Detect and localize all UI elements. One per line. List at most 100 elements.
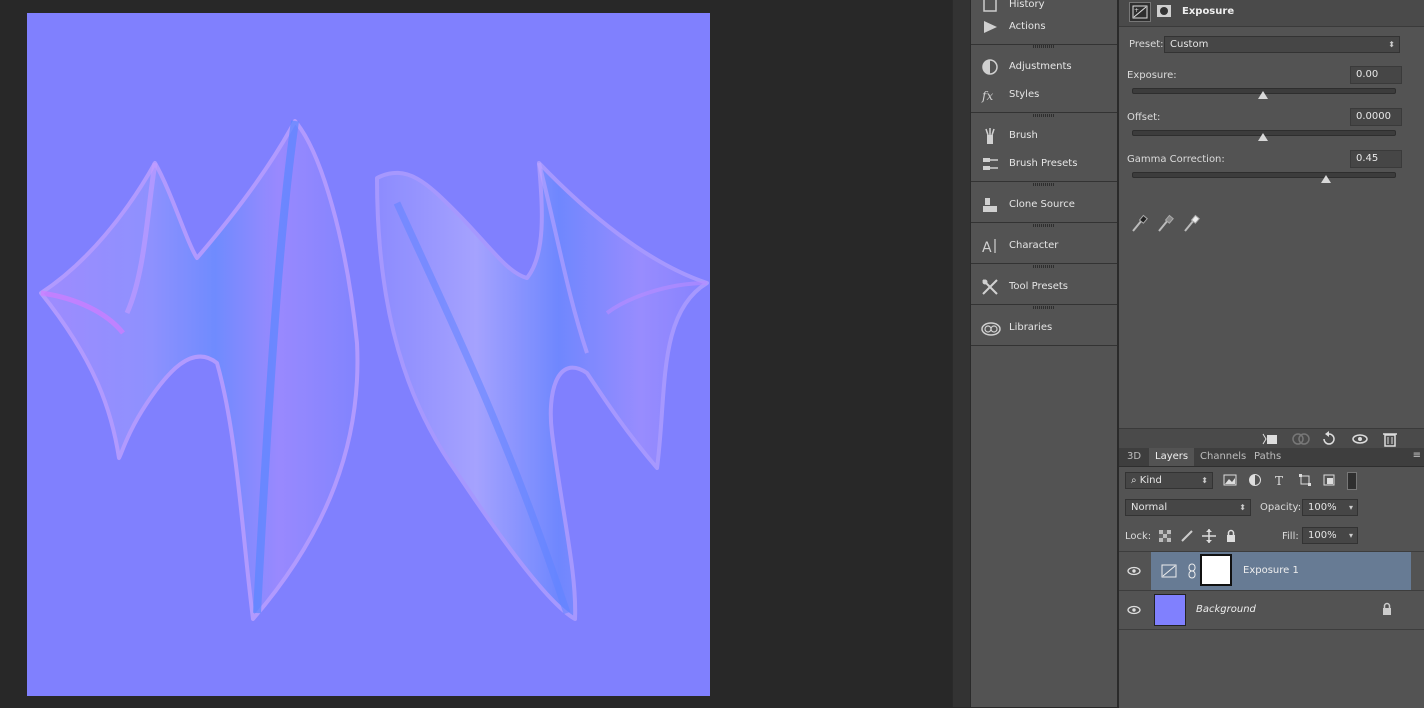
tab-layers[interactable]: Layers	[1149, 448, 1195, 466]
layer-thumbnail[interactable]	[1154, 594, 1186, 626]
canvas-area[interactable]	[0, 0, 952, 707]
document-canvas[interactable]	[27, 13, 710, 696]
lock-all-icon[interactable]	[1224, 529, 1238, 543]
dock-item-character[interactable]: A Character	[971, 233, 1117, 259]
lock-transparent-pixels-icon[interactable]	[1158, 529, 1172, 543]
group-grip[interactable]	[1033, 45, 1055, 48]
dock-item-libraries[interactable]: Libraries	[971, 315, 1117, 341]
properties-footer	[1119, 428, 1424, 449]
lock-label: Lock:	[1125, 531, 1152, 542]
dock-item-libraries-label: Libraries	[1009, 322, 1053, 333]
layer-list: Exposure 1 Background	[1119, 551, 1424, 708]
fill-field[interactable]: 100% ▾	[1302, 527, 1358, 544]
dock-item-styles-label: Styles	[1009, 89, 1040, 100]
view-previous-state-icon[interactable]	[1291, 431, 1310, 447]
fill-value: 100%	[1308, 530, 1337, 541]
group-grip[interactable]	[1033, 224, 1055, 227]
visibility-eye-icon[interactable]	[1351, 431, 1369, 447]
clip-to-layer-icon[interactable]	[1261, 431, 1279, 447]
exposure-value-field[interactable]: 0.00	[1350, 66, 1402, 84]
opacity-field[interactable]: 100% ▾	[1302, 499, 1358, 516]
svg-text:+: +	[1134, 7, 1139, 14]
dock-item-styles[interactable]: fx Styles	[971, 82, 1117, 108]
preset-label: Preset:	[1129, 39, 1164, 50]
dock-item-brush-presets[interactable]: Brush Presets	[971, 151, 1117, 177]
dock-item-history-label: History	[1009, 0, 1045, 10]
gray-point-eyedropper-icon[interactable]	[1156, 214, 1174, 237]
layer-mask-link-icon[interactable]	[1187, 563, 1197, 582]
svg-text:A: A	[982, 240, 992, 255]
reset-icon[interactable]	[1320, 431, 1338, 447]
exposure-slider-thumb[interactable]	[1258, 91, 1268, 99]
adjustment-layer-icon[interactable]: +	[1129, 2, 1151, 22]
group-grip[interactable]	[1033, 306, 1055, 309]
dock-item-clone-source-label: Clone Source	[1009, 199, 1075, 210]
dropdown-arrow-icon: ⬍	[1239, 503, 1246, 512]
filter-type-icon[interactable]: T	[1273, 473, 1287, 488]
layer-filter-kind: Kind	[1139, 475, 1162, 486]
libraries-icon	[981, 319, 1001, 337]
tab-paths[interactable]: Paths	[1248, 448, 1287, 466]
dock-item-brush-presets-label: Brush Presets	[1009, 158, 1078, 169]
filter-shape-icon[interactable]	[1298, 473, 1312, 487]
delete-trash-icon[interactable]	[1381, 431, 1399, 447]
preset-dropdown[interactable]: Custom ⬍	[1164, 36, 1400, 53]
dock-item-actions[interactable]: Actions	[971, 14, 1117, 40]
offset-value-field[interactable]: 0.0000	[1350, 108, 1402, 126]
gamma-slider-track[interactable]	[1132, 172, 1396, 178]
group-grip[interactable]	[1033, 183, 1055, 186]
group-grip[interactable]	[1033, 114, 1055, 117]
properties-panel: + Exposure Preset: Custom ⬍ Exposure: 0.…	[1118, 0, 1424, 449]
opacity-label: Opacity:	[1260, 502, 1302, 513]
dock-item-adjustments[interactable]: Adjustments	[971, 54, 1117, 80]
search-icon: ⌕	[1131, 475, 1140, 486]
dock-item-tool-presets[interactable]: Tool Presets	[971, 274, 1117, 300]
chevron-down-icon: ▾	[1348, 503, 1353, 512]
visibility-eye-icon[interactable]	[1127, 603, 1141, 617]
dropdown-arrow-icon: ⬍	[1388, 40, 1395, 49]
layer-name[interactable]: Exposure 1	[1243, 565, 1299, 576]
layer-row[interactable]: Exposure 1	[1119, 552, 1424, 591]
dock-group-character: A Character	[971, 223, 1117, 264]
dock-group-tool-presets: Tool Presets	[971, 264, 1117, 305]
gamma-label: Gamma Correction:	[1127, 154, 1225, 165]
panel-menu-icon[interactable]: ≡	[1413, 450, 1421, 461]
layers-panel: 3D Layers Channels Paths ≡ ⌕ Kind ⬍ T No…	[1118, 448, 1424, 708]
layer-filter-dropdown[interactable]: ⌕ Kind ⬍	[1125, 472, 1213, 489]
history-icon	[981, 0, 999, 14]
fill-label: Fill:	[1282, 531, 1299, 542]
layers-tab-bar: 3D Layers Channels Paths ≡	[1119, 448, 1424, 467]
filter-pixel-icon[interactable]	[1223, 473, 1237, 487]
visibility-eye-icon[interactable]	[1127, 564, 1141, 578]
layer-name[interactable]: Background	[1196, 604, 1256, 615]
panel-dock: History Actions Adjustments fx Styles Br…	[970, 0, 1118, 707]
dock-item-adjustments-label: Adjustments	[1009, 61, 1072, 72]
blend-mode-value: Normal	[1131, 502, 1168, 513]
panel-collapse-strip[interactable]	[952, 0, 971, 707]
layer-row[interactable]: Background	[1119, 591, 1424, 630]
lock-position-icon[interactable]	[1202, 529, 1216, 543]
layer-mask-thumbnail[interactable]	[1200, 554, 1232, 586]
filter-toggle-switch[interactable]	[1347, 472, 1357, 490]
gamma-slider-thumb[interactable]	[1320, 175, 1331, 183]
gamma-value-field[interactable]: 0.45	[1350, 150, 1402, 168]
tab-3d[interactable]: 3D	[1121, 448, 1147, 466]
dock-item-clone-source[interactable]: Clone Source	[971, 192, 1117, 218]
dock-group-brush: Brush Brush Presets	[971, 113, 1117, 182]
group-grip[interactable]	[1033, 265, 1055, 268]
filter-smart-object-icon[interactable]	[1322, 473, 1336, 487]
dock-item-character-label: Character	[1009, 240, 1059, 251]
blend-mode-dropdown[interactable]: Normal ⬍	[1125, 499, 1251, 516]
offset-label: Offset:	[1127, 112, 1161, 123]
offset-slider-thumb[interactable]	[1258, 133, 1268, 141]
mask-icon[interactable]	[1155, 2, 1173, 20]
exposure-label: Exposure:	[1127, 70, 1177, 81]
white-point-eyedropper-icon[interactable]	[1182, 214, 1200, 237]
character-icon: A	[981, 237, 999, 256]
filter-adjustment-icon[interactable]	[1248, 473, 1262, 487]
dock-item-brush[interactable]: Brush	[971, 123, 1117, 149]
lock-image-pixels-icon[interactable]	[1180, 529, 1194, 543]
tab-channels[interactable]: Channels	[1194, 448, 1252, 466]
tool-presets-icon	[981, 278, 999, 296]
black-point-eyedropper-icon[interactable]	[1130, 214, 1148, 237]
